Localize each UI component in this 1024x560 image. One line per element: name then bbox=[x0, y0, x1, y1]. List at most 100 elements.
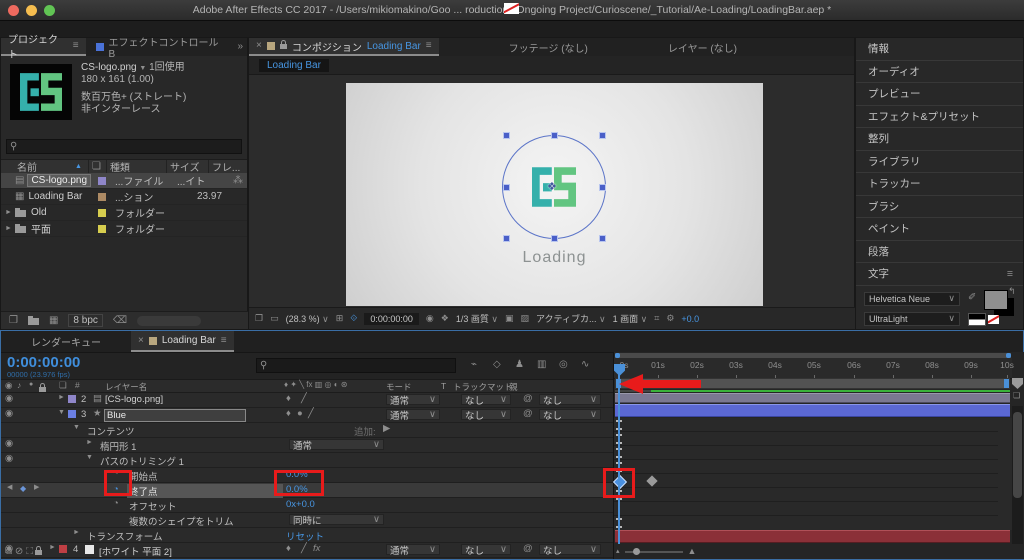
column-fps[interactable]: フレ... bbox=[207, 160, 246, 174]
bit-depth-button[interactable]: 8 bpc bbox=[68, 314, 103, 327]
expand-icon[interactable]: ► bbox=[49, 544, 56, 551]
prev-keyframe-icon[interactable]: ◀ bbox=[7, 484, 12, 491]
pickwhip-icon[interactable]: @ bbox=[523, 544, 533, 554]
snapshot-icon[interactable]: ◉ bbox=[426, 314, 434, 323]
group-row-ellipse[interactable]: ◉ ► 楕円形 1 通常 ∨ bbox=[1, 438, 613, 453]
resolution-select[interactable]: 1/3 画質 ∨ bbox=[456, 312, 498, 325]
panel-paint[interactable]: ペイント bbox=[856, 218, 1023, 241]
group-row-transform[interactable]: ► トランスフォーム リセット bbox=[1, 528, 613, 543]
work-area-end-handle[interactable] bbox=[1004, 379, 1009, 388]
graph-editor-icon[interactable]: ∿ bbox=[581, 360, 589, 370]
vertical-scrollbar[interactable] bbox=[1012, 406, 1023, 544]
mini-flowchart-icon[interactable]: ⌁ bbox=[471, 360, 477, 370]
time-ruler[interactable]: 0s 01s 02s 03s 04s 05s 06s 07s 08s 09s 1… bbox=[614, 358, 1014, 379]
panel-brushes[interactable]: ブラシ bbox=[856, 196, 1023, 218]
expand-icon[interactable]: ► bbox=[5, 209, 12, 216]
parent-select[interactable]: なし ∨ bbox=[539, 394, 601, 407]
quality-slash-icon[interactable]: ╱ bbox=[308, 409, 314, 419]
panel-menu-icon[interactable]: ≡ bbox=[426, 41, 432, 51]
group-row-contents[interactable]: ▼ コンテンツ 追加: ▶ bbox=[1, 423, 613, 438]
motion-blur-icon[interactable]: ◎ bbox=[559, 360, 568, 370]
layer-row-cs-logo[interactable]: ◉ ► 2 ▤ [CS-logo.png] ♦ ╱ 通常 ∨ なし ∨ @ なし ∨ bbox=[1, 393, 613, 408]
trkmat-select[interactable]: なし ∨ bbox=[461, 544, 511, 557]
property-name[interactable]: オフセット bbox=[129, 499, 177, 513]
text-color-swatches[interactable]: ↰ bbox=[984, 286, 1016, 318]
fx-badge[interactable]: fx bbox=[313, 544, 320, 554]
parent-column[interactable]: 親 bbox=[509, 381, 518, 393]
panel-audio[interactable]: オーディオ bbox=[856, 61, 1023, 83]
tab-effect-controls[interactable]: エフェクトコントロール B bbox=[86, 34, 238, 60]
label-swatch[interactable] bbox=[98, 176, 106, 185]
timeline-search-input[interactable] bbox=[270, 358, 445, 373]
group-name[interactable]: パスのトリミング 1 bbox=[100, 454, 184, 468]
viewer-timecode[interactable]: 0:00:00:00 bbox=[364, 312, 419, 325]
timeline-footer-toggles[interactable]: ⧉ ⊘ ⛶ bbox=[5, 547, 33, 557]
stroke-over-fill-swatch[interactable] bbox=[968, 312, 986, 326]
comp-breadcrumb[interactable]: Loading Bar bbox=[259, 59, 329, 72]
add-property-icon[interactable]: ▶ bbox=[383, 424, 390, 434]
layer-name[interactable]: [CS-logo.png] bbox=[105, 394, 163, 405]
property-name[interactable]: 開始点 bbox=[129, 469, 158, 483]
column-size[interactable]: サイズ bbox=[165, 160, 208, 174]
add-keyframe-icon[interactable]: ◆ bbox=[20, 484, 26, 493]
interpret-footage-button[interactable]: ❐ bbox=[9, 315, 18, 326]
quality-slash-icon[interactable]: ╱ bbox=[301, 394, 307, 404]
collapse-icon[interactable]: ▼ bbox=[86, 454, 93, 461]
layer-name-column[interactable]: レイヤー名 bbox=[105, 381, 147, 393]
selection-handle[interactable] bbox=[599, 235, 606, 242]
new-composition-button[interactable]: ▦ bbox=[49, 315, 58, 326]
label-column-icon[interactable]: ❏ bbox=[87, 160, 106, 173]
project-row-old[interactable]: ► Old フォルダー bbox=[1, 205, 247, 221]
label-swatch[interactable] bbox=[59, 545, 67, 553]
property-name[interactable]: 複数のシェイプをトリム bbox=[129, 514, 234, 528]
trash-button[interactable]: ⌫ bbox=[113, 315, 127, 326]
grid-options-icon[interactable]: ⊞ bbox=[336, 314, 344, 323]
parent-select[interactable]: なし ∨ bbox=[539, 544, 601, 557]
anchor-point-icon[interactable]: ❖ bbox=[547, 180, 557, 193]
eye-icon[interactable]: ◉ bbox=[5, 409, 13, 419]
panel-menu-icon[interactable]: ≡ bbox=[221, 335, 227, 346]
magnification-select[interactable]: (28.3 %) ∨ bbox=[286, 314, 329, 324]
fill-swatch[interactable] bbox=[503, 2, 519, 14]
panel-align[interactable]: 整列 bbox=[856, 128, 1023, 151]
pixel-aspect-icon[interactable]: ⌗ bbox=[654, 314, 659, 323]
tab-render-queue[interactable]: レンダーキュー bbox=[21, 334, 111, 349]
font-family-select[interactable]: Helvetica Neue ∨ bbox=[864, 291, 960, 306]
project-search-input[interactable] bbox=[20, 139, 225, 154]
region-of-interest-icon[interactable]: ⟐ bbox=[350, 313, 357, 324]
mode-column[interactable]: モード bbox=[386, 381, 412, 393]
zoom-slider-track[interactable] bbox=[624, 547, 683, 555]
tab-layer[interactable]: レイヤー (なし) bbox=[658, 40, 747, 55]
panel-preview[interactable]: プレビュー bbox=[856, 83, 1023, 106]
panel-menu-icon[interactable]: ≡ bbox=[1007, 268, 1013, 280]
group-name[interactable]: 楕円形 1 bbox=[100, 439, 136, 453]
view-layout-select[interactable]: 1 画面 ∨ bbox=[613, 312, 648, 325]
camera-select[interactable]: アクティブカ... ∨ bbox=[536, 312, 606, 325]
eye-icon[interactable]: ◉ bbox=[5, 454, 13, 464]
mode-select[interactable]: 通常 ∨ bbox=[386, 544, 440, 557]
channels-icon[interactable]: ❖ bbox=[441, 314, 449, 323]
next-keyframe-icon[interactable]: ▶ bbox=[34, 484, 39, 491]
selection-handle[interactable] bbox=[599, 132, 606, 139]
zoom-in-mountain-icon[interactable]: ▲ bbox=[688, 547, 697, 556]
no-fill-swatch[interactable] bbox=[988, 314, 999, 324]
swap-colors-icon[interactable]: ↰ bbox=[1008, 286, 1016, 296]
trim-multiple-select[interactable]: 同時に ∨ bbox=[289, 514, 384, 527]
lock-icon[interactable] bbox=[35, 546, 42, 555]
label-swatch[interactable] bbox=[68, 410, 76, 418]
trkmat-select[interactable]: なし ∨ bbox=[461, 394, 511, 407]
panel-info[interactable]: 情報 bbox=[856, 38, 1023, 61]
zoom-slider-knob[interactable] bbox=[632, 547, 640, 555]
quality-icon[interactable]: ♦ bbox=[286, 544, 291, 554]
close-tab-icon[interactable]: × bbox=[138, 335, 144, 346]
column-type[interactable]: 種類 bbox=[105, 160, 166, 174]
selection-handle[interactable] bbox=[599, 184, 606, 191]
shy-layers-icon[interactable]: ♟ bbox=[515, 360, 524, 370]
group-name[interactable]: トランスフォーム bbox=[87, 529, 163, 543]
always-preview-icon[interactable]: ❐ bbox=[255, 314, 263, 323]
expand-icon[interactable]: ► bbox=[73, 529, 80, 536]
t-column[interactable]: T bbox=[441, 381, 446, 391]
exposure-value[interactable]: +0.0 bbox=[681, 314, 699, 324]
tab-composition[interactable]: × コンポジション Loading Bar ≡ bbox=[249, 38, 439, 56]
stopwatch-icon[interactable]: ◔ bbox=[113, 499, 119, 509]
